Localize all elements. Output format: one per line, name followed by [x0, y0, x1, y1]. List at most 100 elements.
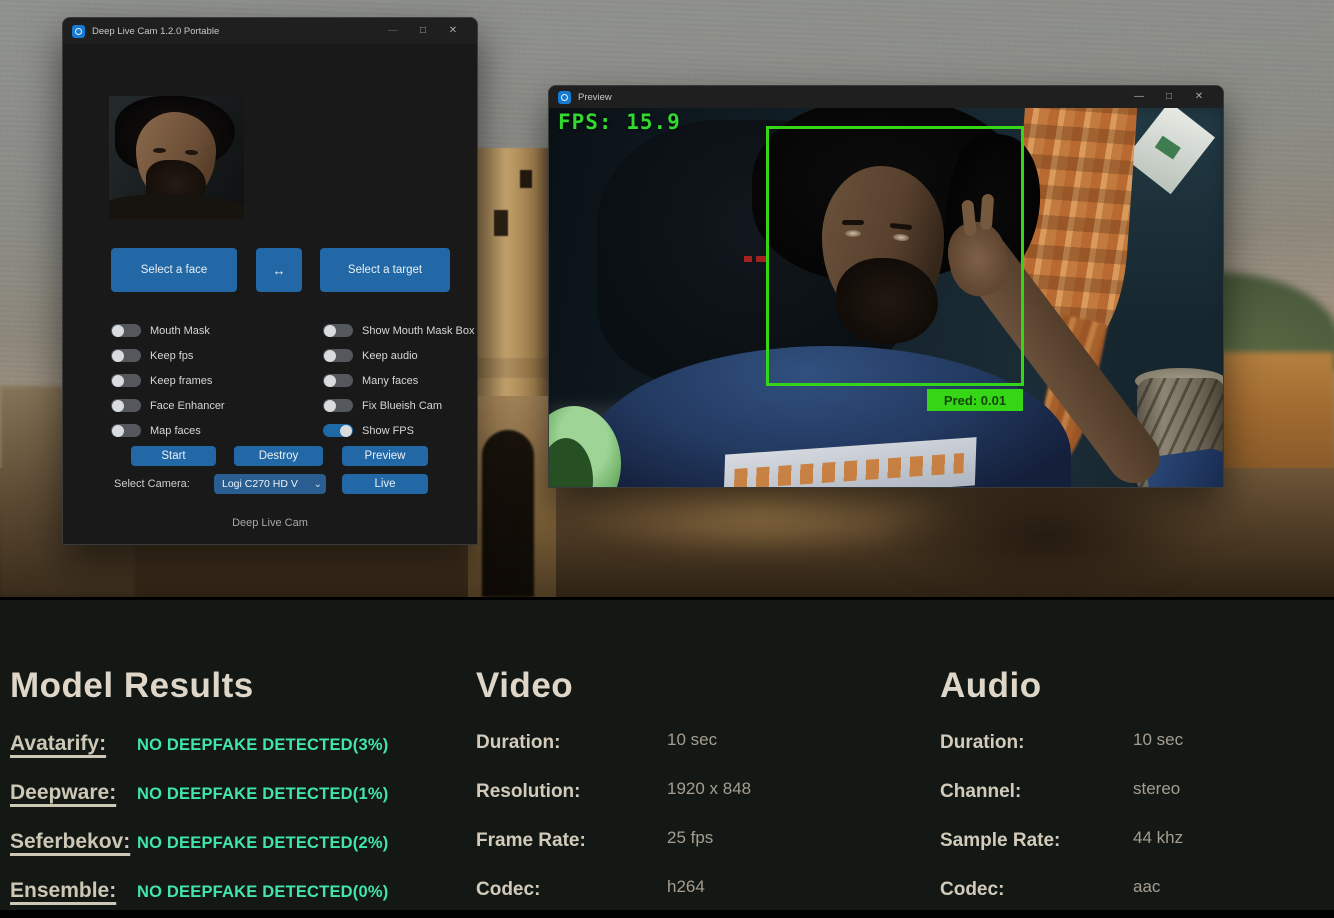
- toggle-switch[interactable]: [323, 399, 353, 412]
- app-titlebar[interactable]: Deep Live Cam 1.2.0 Portable — □ ✕: [63, 18, 477, 44]
- toggle-knob: [324, 350, 336, 362]
- model-link-ensemble[interactable]: Ensemble:: [10, 879, 137, 903]
- toggle-switch[interactable]: [323, 424, 353, 437]
- painting-arch-opening: [482, 430, 534, 597]
- toggle-show-fps[interactable]: Show FPS: [323, 418, 478, 443]
- toggle-column-right: Show Mouth Mask Box Keep audio Many face…: [323, 318, 478, 443]
- toggle-label: Show FPS: [362, 425, 414, 437]
- video-info-row: Frame Rate: 25 fps: [476, 830, 751, 852]
- start-button[interactable]: Start: [131, 446, 216, 466]
- toggle-knob: [112, 400, 124, 412]
- toggle-many-faces[interactable]: Many faces: [323, 368, 478, 393]
- face-detection-box: [766, 126, 1024, 386]
- audio-samplerate-value: 44 khz: [1133, 828, 1183, 848]
- preview-window-title: Preview: [578, 92, 612, 103]
- model-link-deepware[interactable]: Deepware:: [10, 781, 137, 805]
- toggle-switch[interactable]: [111, 424, 141, 437]
- audio-info-row: Duration: 10 sec: [940, 732, 1183, 754]
- minimize-button[interactable]: —: [378, 18, 408, 44]
- toggle-knob: [324, 375, 336, 387]
- destroy-button[interactable]: Destroy: [234, 446, 323, 466]
- toggle-keep-fps[interactable]: Keep fps: [111, 343, 321, 368]
- toggle-column-left: Mouth Mask Keep fps Keep frames Face Enh…: [111, 318, 321, 443]
- select-camera-label: Select Camera:: [114, 478, 190, 490]
- video-info-row: Resolution: 1920 x 848: [476, 781, 751, 803]
- model-result-row: Ensemble: NO DEEPFAKE DETECTED(0%): [10, 879, 388, 903]
- audio-info-row: Sample Rate: 44 khz: [940, 830, 1183, 852]
- audio-codec-value: aac: [1133, 877, 1160, 897]
- toggle-switch[interactable]: [111, 324, 141, 337]
- screen: Deep Live Cam 1.2.0 Portable — □ ✕ Selec…: [0, 0, 1334, 918]
- select-face-button[interactable]: Select a face: [111, 248, 237, 292]
- toggle-switch[interactable]: [111, 349, 141, 362]
- audio-duration-label: Duration:: [940, 732, 1133, 754]
- toggle-switch[interactable]: [111, 399, 141, 412]
- select-target-button[interactable]: Select a target: [320, 248, 450, 292]
- video-resolution-value: 1920 x 848: [667, 779, 751, 799]
- model-result-value: NO DEEPFAKE DETECTED(2%): [137, 834, 388, 853]
- preview-titlebar[interactable]: Preview — □ ✕: [549, 86, 1223, 108]
- swap-faces-button[interactable]: ↔: [256, 248, 302, 292]
- toggle-label: Face Enhancer: [150, 400, 225, 412]
- video-info-row: Duration: 10 sec: [476, 732, 751, 754]
- model-result-row: Deepware: NO DEEPFAKE DETECTED(1%): [10, 781, 388, 805]
- preview-button[interactable]: Preview: [342, 446, 428, 466]
- toggle-switch[interactable]: [111, 374, 141, 387]
- toggle-knob: [112, 325, 124, 337]
- prediction-badge: Pred: 0.01: [927, 389, 1023, 411]
- toggle-label: Mouth Mask: [150, 325, 210, 337]
- paper-detail: [1155, 136, 1181, 160]
- audio-duration-value: 10 sec: [1133, 730, 1183, 750]
- red-indicator-marks: [744, 256, 766, 262]
- video-duration-label: Duration:: [476, 732, 667, 754]
- video-resolution-label: Resolution:: [476, 781, 667, 803]
- model-link-avatarify[interactable]: Avatarify:: [10, 732, 137, 756]
- video-framerate-value: 25 fps: [667, 828, 713, 848]
- toggle-knob: [112, 350, 124, 362]
- toggle-switch[interactable]: [323, 324, 353, 337]
- toggle-map-faces[interactable]: Map faces: [111, 418, 321, 443]
- toggle-keep-audio[interactable]: Keep audio: [323, 343, 478, 368]
- model-result-value: NO DEEPFAKE DETECTED(1%): [137, 785, 388, 804]
- close-button[interactable]: ✕: [438, 18, 468, 44]
- app-window-title: Deep Live Cam 1.2.0 Portable: [92, 26, 219, 37]
- toggle-label: Keep fps: [150, 350, 193, 362]
- chevron-down-icon: ⌄: [314, 479, 322, 490]
- close-button[interactable]: ✕: [1184, 86, 1214, 108]
- toggle-knob: [340, 425, 352, 437]
- toggle-label: Keep audio: [362, 350, 418, 362]
- minimize-button[interactable]: —: [1124, 86, 1154, 108]
- toggle-switch[interactable]: [323, 374, 353, 387]
- toggle-label: Show Mouth Mask Box: [362, 325, 475, 337]
- audio-channel-label: Channel:: [940, 781, 1133, 803]
- model-results-section: Model Results Avatarify: NO DEEPFAKE DET…: [10, 666, 388, 918]
- model-result-row: Avatarify: NO DEEPFAKE DETECTED(3%): [10, 732, 388, 756]
- toggle-show-mouth-mask-box[interactable]: Show Mouth Mask Box: [323, 318, 478, 343]
- app-icon: [558, 91, 571, 104]
- toggle-label: Fix Blueish Cam: [362, 400, 442, 412]
- shirt-print-lettering: [734, 453, 964, 488]
- live-button[interactable]: Live: [342, 474, 428, 494]
- toggle-switch[interactable]: [323, 349, 353, 362]
- audio-codec-label: Codec:: [940, 879, 1133, 901]
- toggle-face-enhancer[interactable]: Face Enhancer: [111, 393, 321, 418]
- preview-window: Preview — □ ✕: [548, 85, 1224, 488]
- app-footer-text: Deep Live Cam: [63, 517, 477, 529]
- video-info-section: Video Duration: 10 sec Resolution: 1920 …: [476, 666, 751, 918]
- camera-dropdown[interactable]: Logi C270 HD V ⌄: [214, 474, 326, 494]
- bottom-black-strip: [0, 910, 1334, 918]
- toggle-keep-frames[interactable]: Keep frames: [111, 368, 321, 393]
- toggle-mouth-mask[interactable]: Mouth Mask: [111, 318, 321, 343]
- maximize-button[interactable]: □: [408, 18, 438, 44]
- audio-info-row: Channel: stereo: [940, 781, 1183, 803]
- toggle-fix-blueish-cam[interactable]: Fix Blueish Cam: [323, 393, 478, 418]
- results-panel: Model Results Avatarify: NO DEEPFAKE DET…: [0, 597, 1334, 918]
- fps-overlay: FPS: 15.9: [558, 110, 681, 134]
- model-result-value: NO DEEPFAKE DETECTED(3%): [137, 736, 388, 755]
- deep-live-cam-window: Deep Live Cam 1.2.0 Portable — □ ✕ Selec…: [62, 17, 478, 545]
- painting-ground-shadow: [880, 478, 1210, 597]
- model-link-seferbekov[interactable]: Seferbekov:: [10, 830, 137, 854]
- video-duration-value: 10 sec: [667, 730, 717, 750]
- maximize-button[interactable]: □: [1154, 86, 1184, 108]
- model-results-title: Model Results: [10, 666, 388, 706]
